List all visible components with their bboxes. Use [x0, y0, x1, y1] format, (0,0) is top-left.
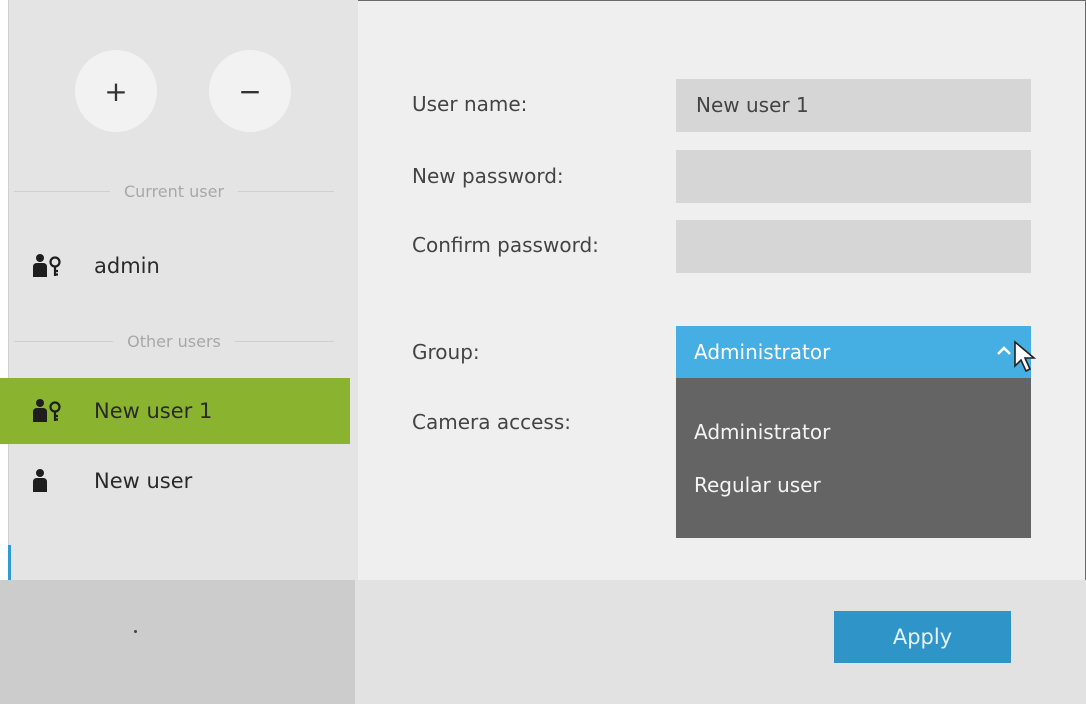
- user-name-field[interactable]: New user 1: [676, 79, 1031, 132]
- group-option-regular-user[interactable]: Regular user: [694, 473, 821, 497]
- footer-dot: [134, 630, 137, 633]
- group-option-administrator[interactable]: Administrator: [694, 420, 830, 444]
- remove-user-button[interactable]: −: [209, 50, 291, 132]
- divider-line: [14, 340, 114, 342]
- current-user-heading: Current user: [123, 181, 225, 201]
- divider-line: [14, 190, 110, 192]
- confirm-password-label: Confirm password:: [412, 233, 599, 257]
- divider-line: [238, 190, 335, 192]
- current-user-divider: Current user: [14, 181, 335, 201]
- user-icon: [0, 468, 82, 494]
- chevron-up-icon: [997, 340, 1011, 359]
- group-dropdown-menu: Administrator Regular user: [676, 378, 1031, 538]
- new-password-label: New password:: [412, 164, 564, 188]
- apply-button[interactable]: Apply: [834, 611, 1011, 663]
- sidebar-footer: [0, 580, 355, 704]
- user-name-label: New user: [94, 469, 193, 493]
- user-row-new-user-1[interactable]: New user 1: [0, 378, 350, 444]
- minus-icon: −: [238, 74, 262, 108]
- sidebar-accent-bar: [8, 545, 11, 580]
- admin-user-icon: [0, 253, 82, 279]
- confirm-password-field[interactable]: [676, 220, 1031, 273]
- group-selected-value: Administrator: [694, 340, 831, 364]
- plus-icon: +: [104, 74, 128, 108]
- admin-user-icon: [0, 398, 82, 424]
- user-name-label: User name:: [412, 92, 528, 116]
- other-users-heading: Other users: [127, 331, 221, 351]
- divider-line: [234, 340, 334, 342]
- user-management-window: + − Current user admin Other users New u…: [0, 0, 1086, 704]
- user-name-label: New user 1: [94, 399, 213, 423]
- new-password-field[interactable]: [676, 150, 1031, 203]
- add-user-button[interactable]: +: [75, 50, 157, 132]
- camera-access-label: Camera access:: [412, 410, 571, 434]
- group-label: Group:: [412, 340, 480, 364]
- user-name-label: admin: [94, 254, 160, 278]
- group-select[interactable]: Administrator: [676, 326, 1031, 378]
- mouse-pointer-icon: [1014, 340, 1037, 373]
- other-users-divider: Other users: [14, 331, 334, 351]
- user-row-new-user[interactable]: New user: [0, 448, 350, 514]
- user-row-admin[interactable]: admin: [0, 233, 350, 299]
